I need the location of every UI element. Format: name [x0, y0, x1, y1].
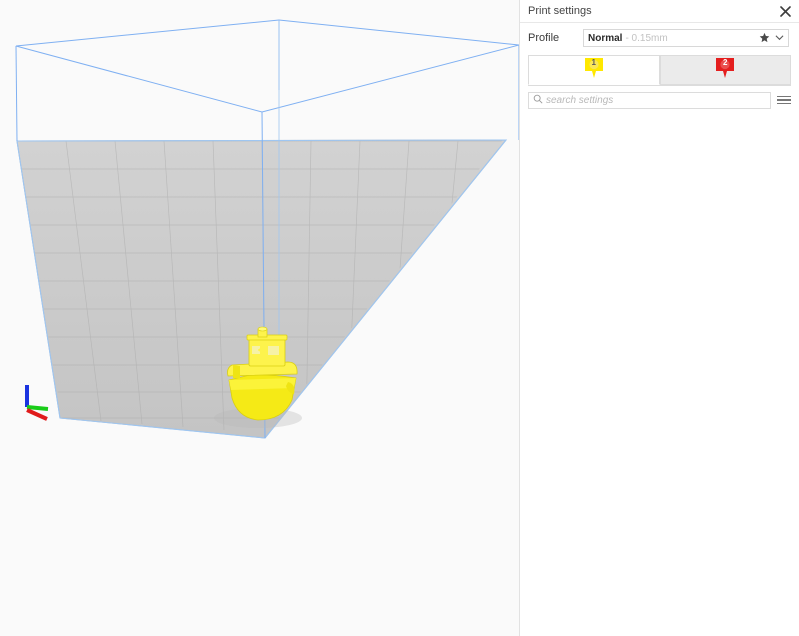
page-title: Print settings [528, 5, 592, 17]
tab-extruder-2[interactable]: 2 [660, 55, 792, 85]
extruder-2-badge: 2 [714, 58, 736, 67]
close-icon[interactable] [777, 3, 793, 19]
origin-axes [27, 385, 48, 419]
profile-sublabel: - 0.15mm [625, 33, 667, 44]
chevron-down-icon[interactable] [775, 33, 784, 45]
search-input-wrapper[interactable] [528, 92, 771, 109]
extruder-1-pin-icon: 1 [583, 57, 605, 79]
search-row [520, 86, 799, 115]
panel-header: Print settings [520, 0, 799, 22]
search-input[interactable] [546, 95, 766, 106]
x-axis [27, 410, 47, 419]
cura-print-settings-window: Print settings Profile Normal - 0.15mm [0, 0, 799, 636]
y-axis [27, 407, 48, 409]
print-settings-panel: Print settings Profile Normal - 0.15mm [519, 0, 799, 636]
star-icon[interactable] [759, 32, 770, 46]
profile-label: Profile [528, 32, 583, 44]
profile-row: Profile Normal - 0.15mm [520, 23, 799, 53]
tab-extruder-1[interactable]: 1 [528, 55, 660, 85]
hamburger-menu-icon[interactable] [777, 93, 791, 107]
3d-viewport[interactable] [0, 0, 519, 636]
build-volume-scene [0, 0, 519, 636]
profile-value: Normal [588, 33, 622, 44]
extruder-tabs: 1 2 [520, 53, 799, 85]
extruder-1-badge: 1 [583, 58, 605, 67]
extruder-2-pin-icon: 2 [714, 57, 736, 79]
search-icon [533, 94, 543, 107]
profile-select[interactable]: Normal - 0.15mm [583, 29, 789, 47]
